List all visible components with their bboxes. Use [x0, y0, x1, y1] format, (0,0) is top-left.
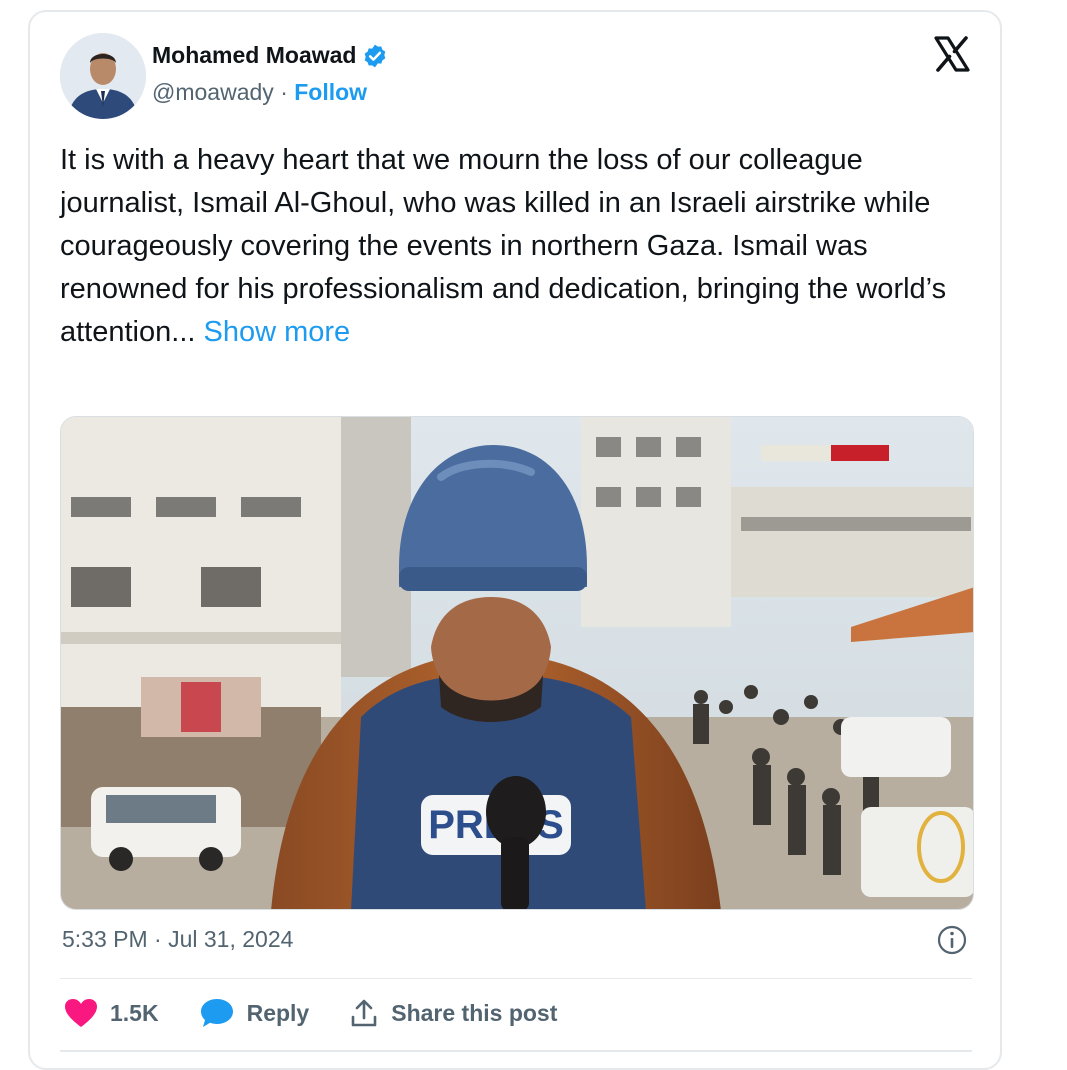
verified-badge-icon — [365, 44, 386, 67]
author-handle[interactable]: @moawady — [152, 79, 274, 105]
tweet-actions: 1.5K Reply Share this post — [64, 997, 597, 1029]
tweet-body: It is with a heavy heart that we mourn t… — [60, 144, 947, 348]
tweet-text: It is with a heavy heart that we mourn t… — [60, 139, 960, 354]
x-logo-icon[interactable] — [932, 34, 972, 74]
share-icon — [351, 999, 377, 1027]
tweet-timestamp[interactable]: 5:33 PM · Jul 31, 2024 — [62, 926, 293, 953]
share-button[interactable]: Share this post — [349, 998, 557, 1028]
like-button[interactable]: 1.5K — [64, 998, 159, 1028]
reply-label: Reply — [246, 999, 310, 1026]
tweet-media-image[interactable]: PRESS — [60, 416, 974, 910]
share-label: Share this post — [391, 999, 558, 1026]
info-icon[interactable] — [936, 924, 968, 956]
reply-bubble-icon — [200, 999, 233, 1027]
like-count: 1.5K — [110, 999, 159, 1026]
author-name-row[interactable]: Mohamed Moawad — [152, 42, 388, 69]
heart-icon — [65, 999, 97, 1027]
avatar[interactable] — [60, 33, 146, 119]
reply-button[interactable]: Reply — [199, 997, 310, 1029]
divider — [60, 978, 972, 979]
follow-button[interactable]: Follow — [294, 79, 367, 105]
tweet-card: Mohamed Moawad @moawady · Follow It is w… — [28, 10, 1002, 1070]
author-handle-row: @moawady · Follow — [152, 79, 367, 106]
show-more-link[interactable]: Show more — [204, 316, 351, 348]
separator-dot: · — [280, 79, 288, 105]
author-name[interactable]: Mohamed Moawad — [152, 42, 356, 69]
bottom-divider — [60, 1050, 972, 1052]
